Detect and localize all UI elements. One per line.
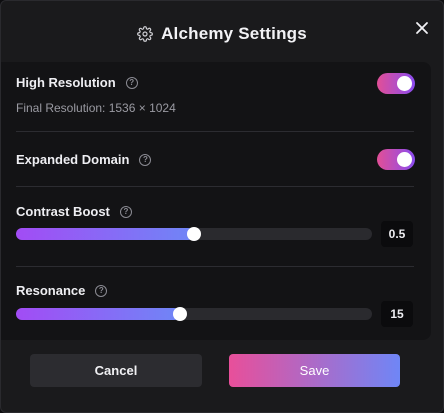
expanded-domain-label: Expanded Domain: [16, 152, 130, 167]
dialog-title: Alchemy Settings: [161, 24, 307, 43]
help-icon[interactable]: ?: [119, 205, 132, 218]
slider-thumb[interactable]: [187, 227, 201, 241]
resonance-label: Resonance: [16, 283, 86, 298]
help-icon[interactable]: ?: [125, 76, 138, 89]
contrast-boost-slider[interactable]: [16, 227, 372, 241]
cancel-button[interactable]: Cancel: [30, 354, 202, 387]
slider-thumb[interactable]: [172, 307, 187, 321]
resonance-row: Resonance ?: [16, 283, 108, 298]
expanded-domain-row: Expanded Domain ?: [16, 152, 152, 167]
contrast-boost-label: Contrast Boost: [16, 204, 110, 219]
help-icon[interactable]: ?: [95, 284, 108, 297]
divider: [16, 266, 414, 267]
help-icon[interactable]: ?: [139, 153, 152, 166]
resonance-value[interactable]: 15: [381, 301, 413, 327]
gear-icon: [137, 26, 153, 42]
resonance-slider[interactable]: [16, 307, 372, 321]
slider-fill: [16, 308, 180, 320]
toggle-knob: [397, 152, 412, 167]
divider: [16, 131, 414, 132]
alchemy-settings-dialog: Alchemy Settings High Resolution ? Final…: [0, 0, 444, 413]
slider-fill: [16, 228, 194, 240]
high-resolution-label: High Resolution: [16, 75, 116, 90]
expanded-domain-toggle[interactable]: [377, 149, 415, 170]
contrast-boost-value[interactable]: 0.5: [381, 221, 413, 247]
high-resolution-toggle[interactable]: [377, 73, 415, 94]
final-resolution-text: Final Resolution: 1536 × 1024: [16, 101, 176, 115]
settings-panel: High Resolution ? Final Resolution: 1536…: [1, 62, 431, 340]
divider: [16, 186, 414, 187]
save-button[interactable]: Save: [229, 354, 400, 387]
contrast-boost-row: Contrast Boost ?: [16, 204, 132, 219]
close-icon[interactable]: [413, 19, 431, 37]
dialog-header: Alchemy Settings: [1, 19, 443, 49]
high-resolution-row: High Resolution ?: [16, 75, 138, 90]
toggle-knob: [397, 76, 412, 91]
